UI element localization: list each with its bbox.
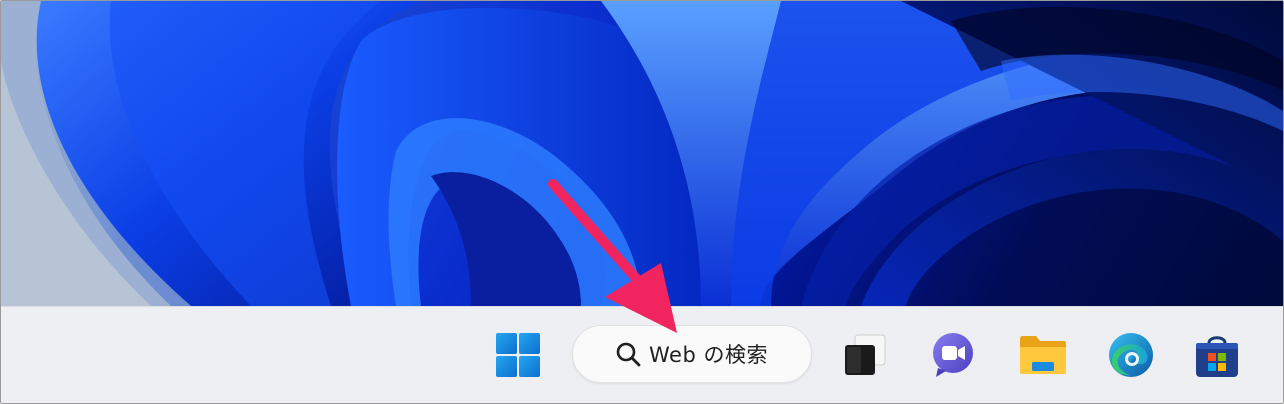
search-icon [613, 339, 643, 369]
teams-chat-icon [933, 333, 973, 377]
wallpaper-bloom-art [1, 1, 1283, 306]
desktop-wallpaper [1, 1, 1283, 306]
file-explorer-button[interactable] [1017, 329, 1069, 381]
taskbar: Web の検索 [1, 306, 1283, 403]
task-view-icon [845, 334, 886, 375]
start-button[interactable] [492, 329, 544, 381]
screenshot-frame: Web の検索 [0, 0, 1284, 404]
edge-icon [1109, 333, 1153, 377]
search-box-label: Web の検索 [649, 343, 768, 367]
teams-chat-button[interactable] [927, 329, 979, 381]
task-view-button[interactable] [839, 329, 891, 381]
edge-button[interactable] [1105, 329, 1157, 381]
taskbar-search-box[interactable]: Web の検索 [572, 325, 812, 383]
windows-logo-icon [496, 333, 540, 377]
microsoft-store-icon [1196, 336, 1238, 377]
folder-icon [1020, 336, 1066, 374]
store-button[interactable] [1191, 329, 1243, 381]
